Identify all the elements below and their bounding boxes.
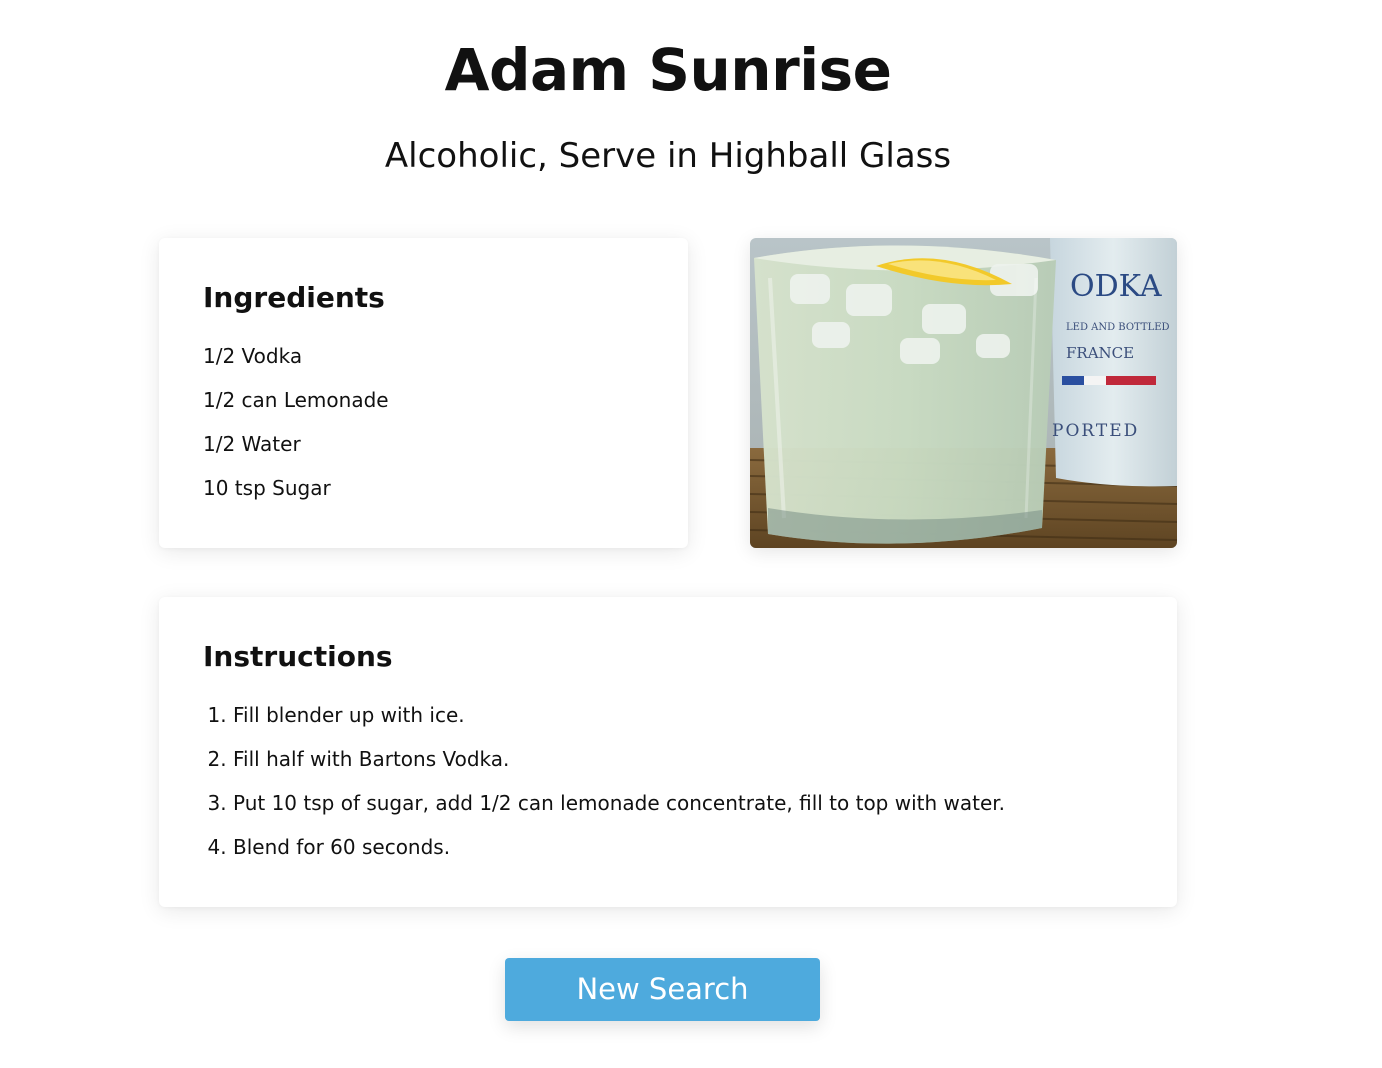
bottle-label-top: ODKA	[1070, 269, 1162, 304]
drink-subtitle: Alcoholic, Serve in Highball Glass	[384, 136, 952, 176]
instruction-step: Fill blender up with ice.	[233, 693, 1133, 737]
ingredient-item: 1/2 Vodka	[203, 344, 303, 368]
instruction-step: Put 10 tsp of sugar, add 1/2 can lemonad…	[233, 781, 1133, 825]
ingredients-card: Ingredients 1/2 Vodka 1/2 can Lemonade 1…	[159, 238, 688, 548]
ingredients-heading: Ingredients	[203, 281, 385, 314]
instruction-step: Fill half with Bartons Vodka.	[233, 737, 1133, 781]
instruction-step: Blend for 60 seconds.	[233, 825, 1133, 869]
instructions-card: Instructions Fill blender up with ice. F…	[159, 597, 1177, 907]
instructions-heading: Instructions	[203, 640, 393, 673]
ingredient-item: 10 tsp Sugar	[203, 476, 331, 500]
drink-photo: ODKA LED AND BOTTLED FRANCE PORTED	[750, 238, 1177, 548]
drink-title: Adam Sunrise	[444, 36, 892, 104]
bottle-label-country: FRANCE	[1066, 344, 1134, 362]
new-search-button[interactable]: New Search	[505, 958, 820, 1021]
bottle-label-mid: LED AND BOTTLED	[1066, 322, 1170, 333]
ingredient-item: 1/2 Water	[203, 432, 301, 456]
bottle-label-bottom: PORTED	[1052, 421, 1139, 441]
ingredients-list: 1/2 Vodka 1/2 can Lemonade 1/2 Water 10 …	[203, 334, 644, 510]
ingredient-item: 1/2 can Lemonade	[203, 388, 389, 412]
instructions-list: Fill blender up with ice. Fill half with…	[203, 693, 1133, 869]
